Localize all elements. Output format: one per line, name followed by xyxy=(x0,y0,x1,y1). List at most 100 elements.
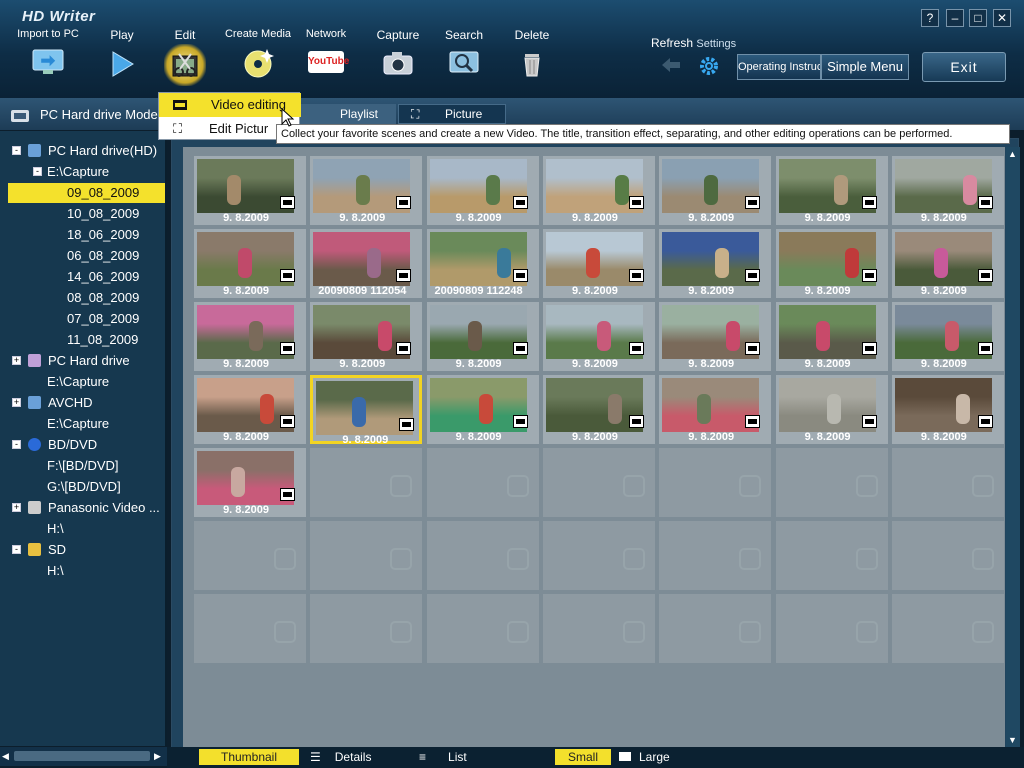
small-size-label: Small xyxy=(567,750,598,764)
help-button[interactable]: ? xyxy=(921,9,939,27)
thumbnail-item[interactable]: 9. 8.2009 xyxy=(194,302,306,371)
content-scrollbar[interactable]: ▲ ▼ xyxy=(1006,147,1020,747)
tree-item[interactable]: - SD xyxy=(0,540,165,560)
capture-button[interactable]: Capture xyxy=(368,28,428,78)
thumbnail-item[interactable]: 9. 8.2009 xyxy=(426,302,539,371)
expand-icon[interactable]: + xyxy=(12,398,21,407)
thumbnail-item[interactable]: 9. 8.2009 xyxy=(659,302,772,371)
thumbnail-item[interactable]: 9. 8.2009 xyxy=(542,302,655,371)
small-size-button[interactable]: Small xyxy=(555,749,611,765)
exit-button[interactable]: Exit xyxy=(922,52,1006,82)
thumbnail-item[interactable]: 9. 8.2009 xyxy=(775,156,888,225)
thumbnail-item[interactable]: 9. 8.2009 xyxy=(194,448,306,517)
thumbnail-item[interactable]: 9. 8.2009 xyxy=(194,229,306,298)
tree-item[interactable]: 06_08_2009 xyxy=(0,246,165,266)
expand-icon[interactable]: + xyxy=(12,356,21,365)
search-button[interactable]: Search xyxy=(436,28,492,78)
tree-item[interactable]: 09_08_2009 xyxy=(8,183,165,203)
thumbnail-item[interactable]: 9. 8.2009 xyxy=(194,375,306,444)
thumbnail-item[interactable]: 9. 8.2009 xyxy=(310,156,423,225)
thumbnail-grid: 9. 8.2009 9. 8.2009 9. 8.2009 9. 8.2009 9. 8… xyxy=(183,147,1005,747)
video-badge-icon xyxy=(280,269,295,282)
tree-item[interactable]: E:\Capture xyxy=(0,414,165,434)
thumbnail-item[interactable]: 9. 8.2009 xyxy=(194,156,306,225)
thumbnail-item[interactable]: 9. 8.2009 xyxy=(891,375,1004,444)
video-badge-icon xyxy=(861,269,877,282)
thumbnail-subject xyxy=(227,175,241,205)
gear-icon[interactable] xyxy=(697,54,721,78)
thumbnail-item[interactable]: 9. 8.2009 xyxy=(659,156,772,225)
list-view-button[interactable]: ≡ List xyxy=(419,749,509,765)
tree-item[interactable]: G:\[BD/DVD] xyxy=(0,477,165,497)
collapse-icon[interactable]: - xyxy=(12,440,21,449)
import-to-pc-button[interactable]: Import to PC xyxy=(14,28,82,78)
tree-item[interactable]: F:\[BD/DVD] xyxy=(0,456,165,476)
thumbnail-item[interactable]: 9. 8.2009 xyxy=(426,156,539,225)
tree-item[interactable]: 14_06_2009 xyxy=(0,267,165,287)
scroll-thumb[interactable] xyxy=(14,751,150,761)
network-button[interactable]: Network YouTube xyxy=(298,28,354,73)
thumbnail-item[interactable]: 9. 8.2009 xyxy=(775,375,888,444)
collapse-icon[interactable]: - xyxy=(12,545,21,554)
thumbnail-item[interactable]: 9. 8.2009 xyxy=(542,156,655,225)
thumbnail-item[interactable]: 9. 8.2009 xyxy=(310,302,423,371)
tree-item[interactable]: 07_08_2009 xyxy=(0,309,165,329)
large-size-button[interactable]: Large xyxy=(619,749,679,765)
thumbnail-item[interactable]: 9. 8.2009 xyxy=(891,229,1004,298)
tree-item[interactable]: - E:\Capture xyxy=(0,162,165,182)
thumbnail-view-button[interactable]: Thumbnail xyxy=(199,749,299,765)
thumbnail-item[interactable]: 9. 8.2009 xyxy=(775,229,888,298)
tree-item[interactable]: + Panasonic Video ... xyxy=(0,498,165,518)
tree-item[interactable]: 08_08_2009 xyxy=(0,288,165,308)
tree-item-label: E:\Capture xyxy=(47,416,110,431)
thumbnail-item[interactable]: 9. 8.2009 xyxy=(659,375,772,444)
create-media-button[interactable]: Create Media xyxy=(224,28,292,80)
details-view-button[interactable]: ☰ Details xyxy=(310,749,402,765)
minimize-icon[interactable]: – xyxy=(946,9,964,27)
tree-item[interactable]: + AVCHD xyxy=(0,393,165,413)
thumbnail-item[interactable]: 9. 8.2009 xyxy=(891,302,1004,371)
thumbnail-item[interactable]: 9. 8.2009 xyxy=(542,375,655,444)
edit-button[interactable]: Edit xyxy=(156,28,214,82)
thumbnail-item[interactable]: 9. 8.2009 xyxy=(775,302,888,371)
tree-item[interactable]: 18_06_2009 xyxy=(0,225,165,245)
tree-item[interactable]: - PC Hard drive(HD) xyxy=(0,141,165,161)
list-icon: ☰ xyxy=(310,750,321,764)
tree-item[interactable]: 10_08_2009 xyxy=(0,204,165,224)
collapse-icon[interactable]: - xyxy=(33,167,42,176)
operating-instructions-button[interactable]: Operating Instructions xyxy=(737,54,821,80)
tab-playlist[interactable]: Playlist xyxy=(300,104,396,124)
close-icon[interactable]: ✕ xyxy=(993,9,1011,27)
thumbnail-subject xyxy=(614,175,629,205)
thumbnail-item[interactable]: 9. 8.2009 xyxy=(891,156,1004,225)
menu-item-video-editing[interactable]: Video editing xyxy=(159,93,301,117)
video-badge-icon xyxy=(628,415,644,428)
import-to-pc-icon xyxy=(32,49,64,74)
scroll-up-icon[interactable]: ▲ xyxy=(1008,149,1017,159)
tree-scrollbar[interactable]: ◀ ▶ xyxy=(0,747,167,766)
simple-menu-button[interactable]: Simple Menu xyxy=(821,54,909,80)
collapse-icon[interactable]: - xyxy=(12,146,21,155)
thumbnail-item[interactable]: 20090809 112054 xyxy=(310,229,423,298)
thumbnail-item[interactable]: 9. 8.2009 xyxy=(310,375,423,446)
tab-picture[interactable]: ⛶ Picture xyxy=(398,104,506,124)
thumbnail-item[interactable]: 20090809 112248 xyxy=(426,229,539,298)
delete-button[interactable]: Delete xyxy=(504,28,560,78)
tree-item[interactable]: H:\ xyxy=(0,561,165,581)
scroll-down-icon[interactable]: ▼ xyxy=(1008,735,1017,745)
tree-item[interactable]: 11_08_2009 xyxy=(0,330,165,350)
scroll-right-icon[interactable]: ▶ xyxy=(154,751,161,762)
expand-icon[interactable]: + xyxy=(12,503,21,512)
scroll-left-icon[interactable]: ◀ xyxy=(2,751,9,762)
tree-item[interactable]: E:\Capture xyxy=(0,372,165,392)
maximize-icon[interactable]: □ xyxy=(969,9,987,27)
play-button[interactable]: Play xyxy=(96,28,148,80)
tree-item[interactable]: - BD/DVD xyxy=(0,435,165,455)
refresh-icon[interactable] xyxy=(658,54,686,76)
video-badge-icon xyxy=(745,269,761,282)
thumbnail-item[interactable]: 9. 8.2009 xyxy=(542,229,655,298)
thumbnail-item[interactable]: 9. 8.2009 xyxy=(426,375,539,444)
tree-item[interactable]: H:\ xyxy=(0,519,165,539)
tree-item[interactable]: + PC Hard drive xyxy=(0,351,165,371)
thumbnail-item[interactable]: 9. 8.2009 xyxy=(659,229,772,298)
